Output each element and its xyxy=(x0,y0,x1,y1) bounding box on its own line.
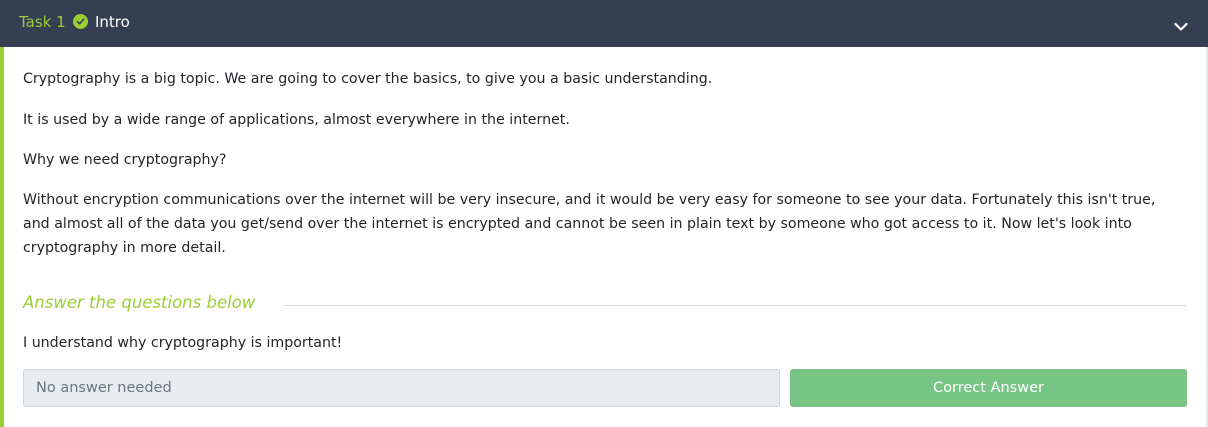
paragraph-usage: It is used by a wide range of applicatio… xyxy=(23,112,570,128)
chevron-down-icon[interactable] xyxy=(1174,17,1188,31)
correct-answer-button[interactable]: Correct Answer xyxy=(790,369,1187,407)
task-header[interactable]: Task 1 Intro xyxy=(0,0,1208,47)
heading-divider xyxy=(284,305,1187,306)
paragraph-intro: Cryptography is a big topic. We are goin… xyxy=(23,71,713,87)
answer-section-heading: Answer the questions below xyxy=(23,293,256,312)
question-text: I understand why cryptography is importa… xyxy=(23,335,343,351)
task-body: Cryptography is a big topic. We are goin… xyxy=(0,47,1208,427)
task-number: Task 1 xyxy=(19,13,66,31)
task-title: Intro xyxy=(95,13,130,31)
answer-input[interactable] xyxy=(23,369,780,407)
task-card: Task 1 Intro Cryptography is a big topic… xyxy=(0,0,1208,427)
paragraph-explanation: Without encryption communications over t… xyxy=(23,192,1156,256)
paragraph-question: Why we need cryptography? xyxy=(23,152,227,168)
check-circle-icon xyxy=(73,14,88,29)
